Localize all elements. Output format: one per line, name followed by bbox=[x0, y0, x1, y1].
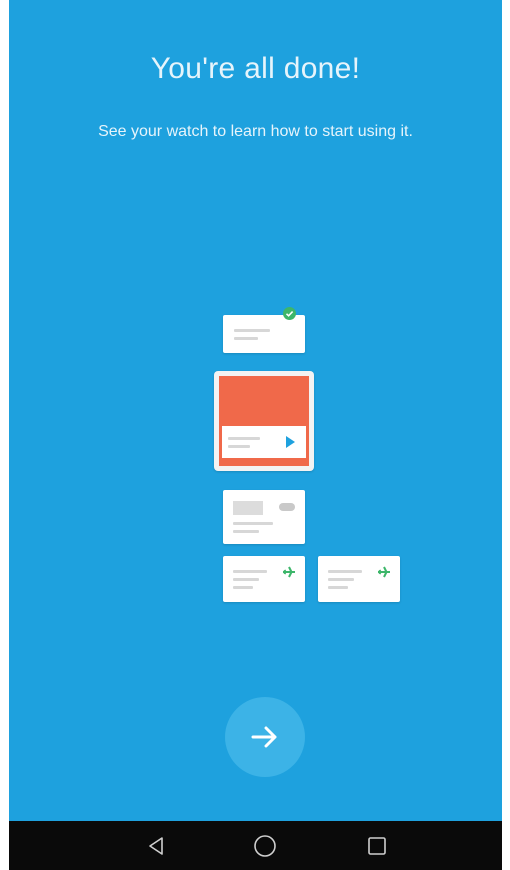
card-line bbox=[228, 445, 250, 448]
selected-card bbox=[214, 371, 314, 471]
check-badge-icon bbox=[283, 307, 296, 320]
play-icon bbox=[286, 436, 295, 448]
square-icon bbox=[368, 836, 386, 855]
next-button[interactable] bbox=[225, 697, 305, 777]
card-line bbox=[233, 530, 259, 533]
card-line bbox=[328, 570, 362, 573]
card-line bbox=[233, 570, 267, 573]
arrow-right-icon bbox=[251, 726, 277, 748]
recents-button[interactable] bbox=[347, 821, 407, 870]
card-image-placeholder bbox=[233, 501, 263, 515]
flight-card-right bbox=[318, 556, 400, 602]
circle-icon bbox=[254, 834, 276, 857]
home-button[interactable] bbox=[235, 821, 295, 870]
weather-card bbox=[223, 490, 305, 544]
card-line bbox=[234, 329, 270, 332]
card-line bbox=[328, 578, 354, 581]
flight-card-left bbox=[223, 556, 305, 602]
card-line bbox=[234, 337, 258, 340]
page-subtitle: See your watch to learn how to start usi… bbox=[98, 123, 413, 140]
back-button[interactable] bbox=[126, 821, 186, 870]
notification-card-top bbox=[223, 315, 305, 353]
page-title: You're all done! bbox=[150, 52, 361, 85]
onboarding-screen: You're all done! See your watch to learn… bbox=[9, 0, 502, 821]
card-line bbox=[228, 437, 260, 440]
airplane-icon bbox=[378, 566, 390, 578]
card-content bbox=[222, 426, 306, 458]
card-line bbox=[233, 522, 273, 525]
cloud-icon bbox=[279, 503, 295, 511]
system-navigation-bar bbox=[9, 821, 502, 870]
card-line bbox=[233, 586, 253, 589]
card-line bbox=[328, 586, 348, 589]
airplane-icon bbox=[283, 566, 295, 578]
card-line bbox=[233, 578, 259, 581]
triangle-left-icon bbox=[149, 836, 163, 855]
